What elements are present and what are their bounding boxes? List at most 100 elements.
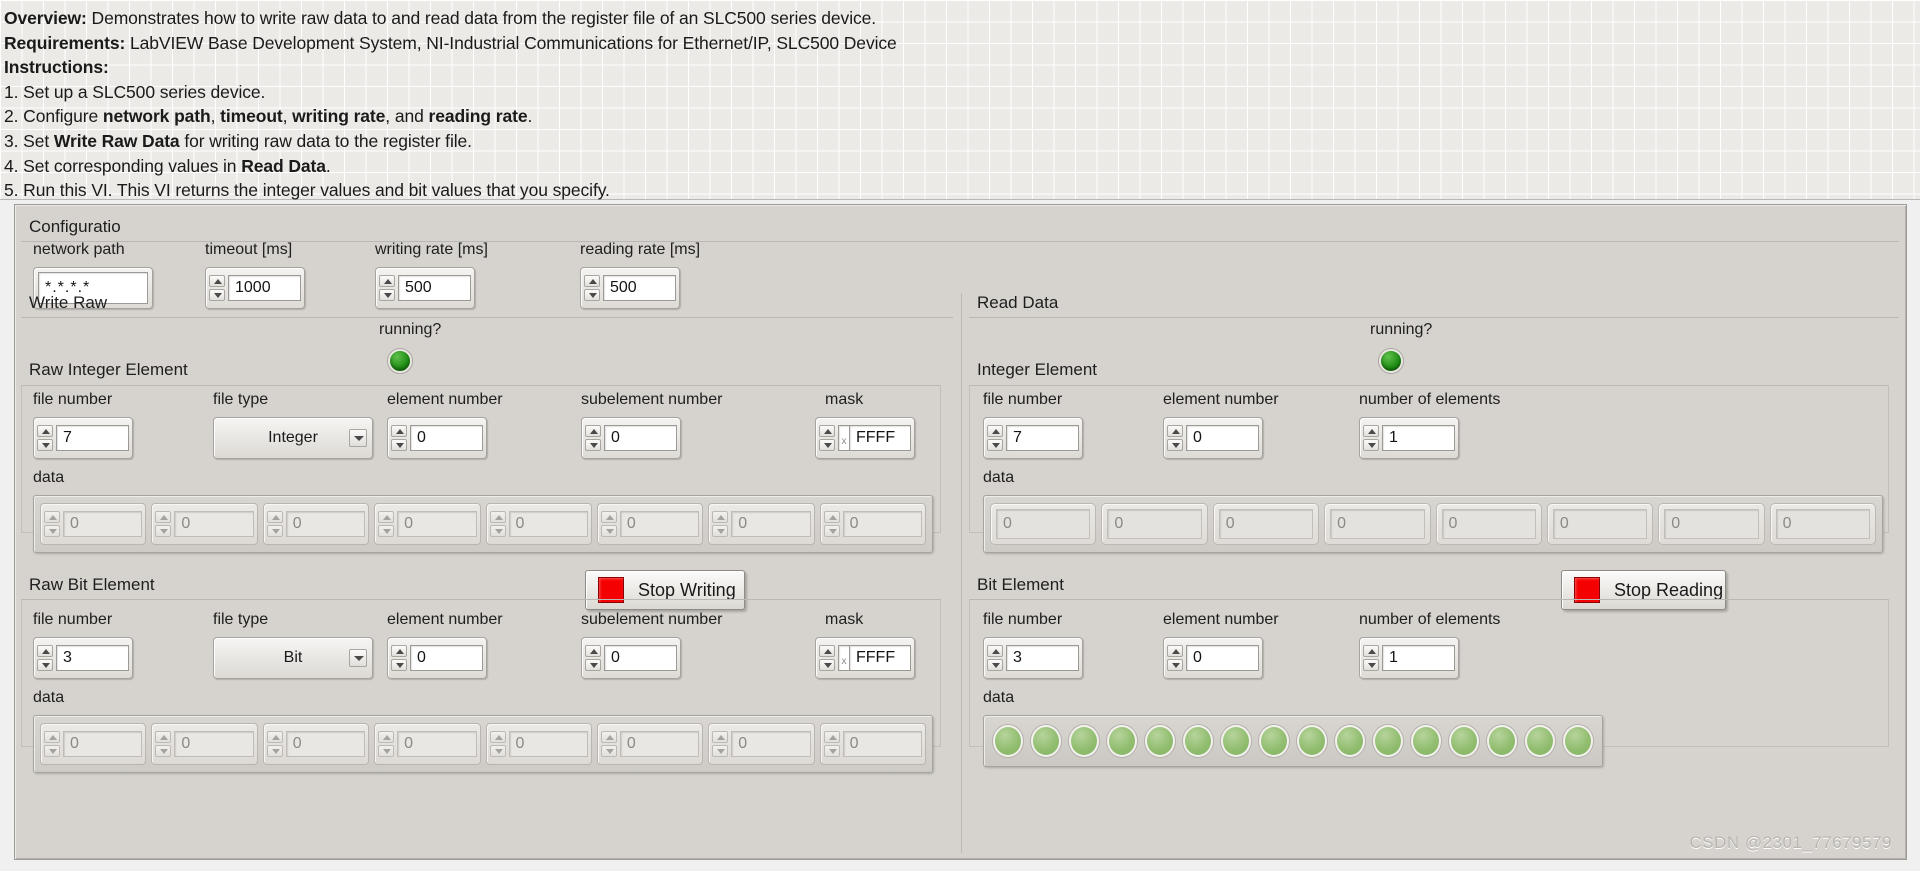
- write-int-data-cell[interactable]: 0: [596, 503, 704, 545]
- writing-rate-decrement-icon[interactable]: [379, 289, 395, 301]
- read-bit-file-number-value[interactable]: 3: [1006, 645, 1079, 671]
- read-int-number-of-elements-value[interactable]: 1: [1382, 425, 1455, 451]
- write-bit-data-cell-value[interactable]: 0: [731, 731, 811, 757]
- read-int-element-number-stepper[interactable]: [1167, 425, 1183, 451]
- write-int-file-number-input[interactable]: 7: [33, 417, 133, 459]
- write-bit-file-number-value[interactable]: 3: [56, 645, 129, 671]
- write-bit-subelement-number-increment-icon[interactable]: [585, 645, 601, 657]
- write-int-file-number-increment-icon[interactable]: [37, 425, 53, 437]
- write-bit-subelement-number-decrement-icon[interactable]: [585, 659, 601, 671]
- write-bit-data-cell-increment-icon[interactable]: [266, 731, 283, 743]
- write-bit-mask-stepper[interactable]: [819, 645, 835, 671]
- reading-rate-increment-icon[interactable]: [584, 275, 600, 287]
- write-int-data-cell-stepper[interactable]: [489, 511, 506, 537]
- write-int-data-cell-decrement-icon[interactable]: [823, 525, 840, 537]
- write-bit-data-cell[interactable]: 0: [596, 723, 704, 765]
- writing-rate-input[interactable]: 500: [375, 267, 475, 309]
- write-bit-data-cell-stepper[interactable]: [600, 731, 617, 757]
- write-bit-data-cell-value[interactable]: 0: [63, 731, 143, 757]
- write-int-data-cell[interactable]: 0: [40, 503, 147, 545]
- write-bit-mask-decrement-icon[interactable]: [819, 659, 835, 671]
- write-bit-data-cell-stepper[interactable]: [823, 731, 840, 757]
- write-int-data-cell-value[interactable]: 0: [731, 511, 811, 537]
- write-int-mask-input[interactable]: x FFFF: [815, 417, 915, 459]
- write-bit-subelement-number-input[interactable]: 0: [581, 637, 681, 679]
- read-int-number-of-elements-increment-icon[interactable]: [1363, 425, 1379, 437]
- write-bit-data-cell-increment-icon[interactable]: [155, 731, 172, 743]
- write-int-data-cell[interactable]: 0: [262, 503, 370, 545]
- timeout-value[interactable]: 1000: [228, 275, 301, 301]
- read-int-number-of-elements-stepper[interactable]: [1363, 425, 1379, 451]
- write-int-subelement-number-stepper[interactable]: [585, 425, 601, 451]
- write-bit-data-cell[interactable]: 0: [819, 723, 926, 765]
- write-bit-data-cell[interactable]: 0: [485, 723, 592, 765]
- write-int-element-number-input[interactable]: 0: [387, 417, 487, 459]
- write-int-data-cell-value[interactable]: 0: [508, 511, 588, 537]
- write-bit-file-number-input[interactable]: 3: [33, 637, 133, 679]
- write-bit-data-cell-value[interactable]: 0: [842, 731, 922, 757]
- read-bit-number-of-elements-increment-icon[interactable]: [1363, 645, 1379, 657]
- write-bit-subelement-number-value[interactable]: 0: [604, 645, 677, 671]
- write-bit-data-cell-stepper[interactable]: [489, 731, 506, 757]
- read-bit-file-number-input[interactable]: 3: [983, 637, 1083, 679]
- writing-rate-stepper[interactable]: [379, 275, 395, 301]
- write-int-subelement-number-value[interactable]: 0: [604, 425, 677, 451]
- write-int-data-cell-increment-icon[interactable]: [266, 511, 283, 523]
- write-bit-element-number-increment-icon[interactable]: [391, 645, 407, 657]
- read-int-element-number-increment-icon[interactable]: [1167, 425, 1183, 437]
- write-int-element-number-stepper[interactable]: [391, 425, 407, 451]
- write-bit-data-cell-decrement-icon[interactable]: [378, 745, 395, 757]
- chevron-down-icon[interactable]: [349, 649, 367, 667]
- write-bit-data-cell-value[interactable]: 0: [508, 731, 588, 757]
- write-bit-data-cell-stepper[interactable]: [44, 731, 60, 757]
- write-int-data-cell[interactable]: 0: [708, 503, 815, 545]
- write-int-data-cell[interactable]: 0: [151, 503, 258, 545]
- read-bit-element-number-decrement-icon[interactable]: [1167, 659, 1183, 671]
- write-int-mask-radix[interactable]: x: [838, 425, 849, 451]
- reading-rate-decrement-icon[interactable]: [584, 289, 600, 301]
- write-int-mask-value[interactable]: FFFF: [849, 425, 911, 451]
- write-bit-mask-input[interactable]: x FFFF: [815, 637, 915, 679]
- reading-rate-stepper[interactable]: [584, 275, 600, 301]
- write-bit-data-cell[interactable]: 0: [262, 723, 370, 765]
- read-bit-file-number-stepper[interactable]: [987, 645, 1003, 671]
- write-int-data-cell-stepper[interactable]: [155, 511, 172, 537]
- write-bit-data-cell[interactable]: 0: [40, 723, 147, 765]
- write-int-data-cell-decrement-icon[interactable]: [600, 525, 617, 537]
- reading-rate-value[interactable]: 500: [603, 275, 676, 301]
- write-bit-element-number-input[interactable]: 0: [387, 637, 487, 679]
- read-bit-number-of-elements-value[interactable]: 1: [1382, 645, 1455, 671]
- write-bit-mask-value[interactable]: FFFF: [849, 645, 911, 671]
- write-int-mask-decrement-icon[interactable]: [819, 439, 835, 451]
- read-int-file-number-decrement-icon[interactable]: [987, 439, 1003, 451]
- write-bit-data-cell-stepper[interactable]: [378, 731, 395, 757]
- read-bit-file-number-increment-icon[interactable]: [987, 645, 1003, 657]
- read-int-number-of-elements-decrement-icon[interactable]: [1363, 439, 1379, 451]
- write-int-data-cell-stepper[interactable]: [600, 511, 617, 537]
- write-bit-data-cell-decrement-icon[interactable]: [600, 745, 617, 757]
- write-int-file-number-value[interactable]: 7: [56, 425, 129, 451]
- write-int-data-cell[interactable]: 0: [819, 503, 926, 545]
- write-bit-file-type-select[interactable]: Bit: [213, 637, 373, 679]
- read-int-file-number-stepper[interactable]: [987, 425, 1003, 451]
- write-bit-data-cell-increment-icon[interactable]: [600, 731, 617, 743]
- reading-rate-input[interactable]: 500: [580, 267, 680, 309]
- write-bit-element-number-value[interactable]: 0: [410, 645, 483, 671]
- write-bit-data-cell-stepper[interactable]: [712, 731, 729, 757]
- write-int-data-cell-value[interactable]: 0: [174, 511, 254, 537]
- read-int-file-number-value[interactable]: 7: [1006, 425, 1079, 451]
- write-bit-file-number-decrement-icon[interactable]: [37, 659, 53, 671]
- write-bit-data-cell-value[interactable]: 0: [285, 731, 366, 757]
- write-bit-mask-radix[interactable]: x: [838, 645, 849, 671]
- write-int-data-cell-stepper[interactable]: [378, 511, 395, 537]
- write-bit-data-cell-increment-icon[interactable]: [489, 731, 506, 743]
- read-bit-number-of-elements-input[interactable]: 1: [1359, 637, 1459, 679]
- write-int-data-cell[interactable]: 0: [485, 503, 592, 545]
- write-bit-file-number-increment-icon[interactable]: [37, 645, 53, 657]
- write-int-file-type-select[interactable]: Integer: [213, 417, 373, 459]
- write-bit-data-cell-increment-icon[interactable]: [712, 731, 729, 743]
- writing-rate-increment-icon[interactable]: [379, 275, 395, 287]
- read-bit-file-number-decrement-icon[interactable]: [987, 659, 1003, 671]
- write-bit-data-cell-increment-icon[interactable]: [378, 731, 395, 743]
- write-bit-file-number-stepper[interactable]: [37, 645, 53, 671]
